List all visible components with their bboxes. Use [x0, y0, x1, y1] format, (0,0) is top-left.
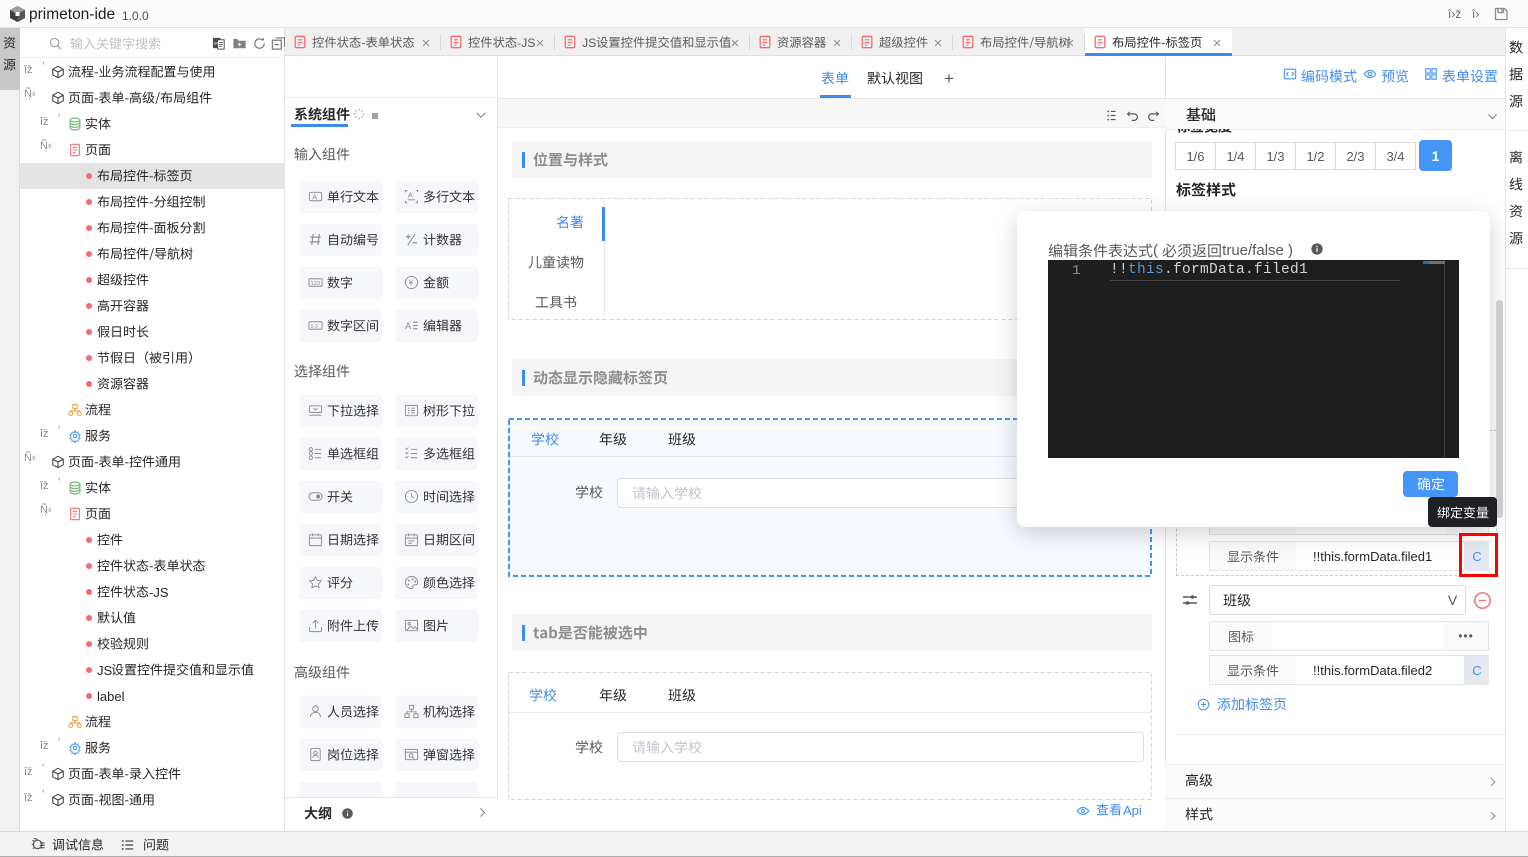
svg-text:A: A: [408, 190, 413, 199]
svg-text:¥: ¥: [409, 278, 414, 287]
svg-text:1-3: 1-3: [310, 324, 318, 330]
svg-text:123: 123: [311, 281, 320, 287]
svg-text:on: on: [214, 40, 220, 45]
svg-text:A: A: [312, 192, 317, 201]
svg-text:A: A: [405, 321, 412, 331]
